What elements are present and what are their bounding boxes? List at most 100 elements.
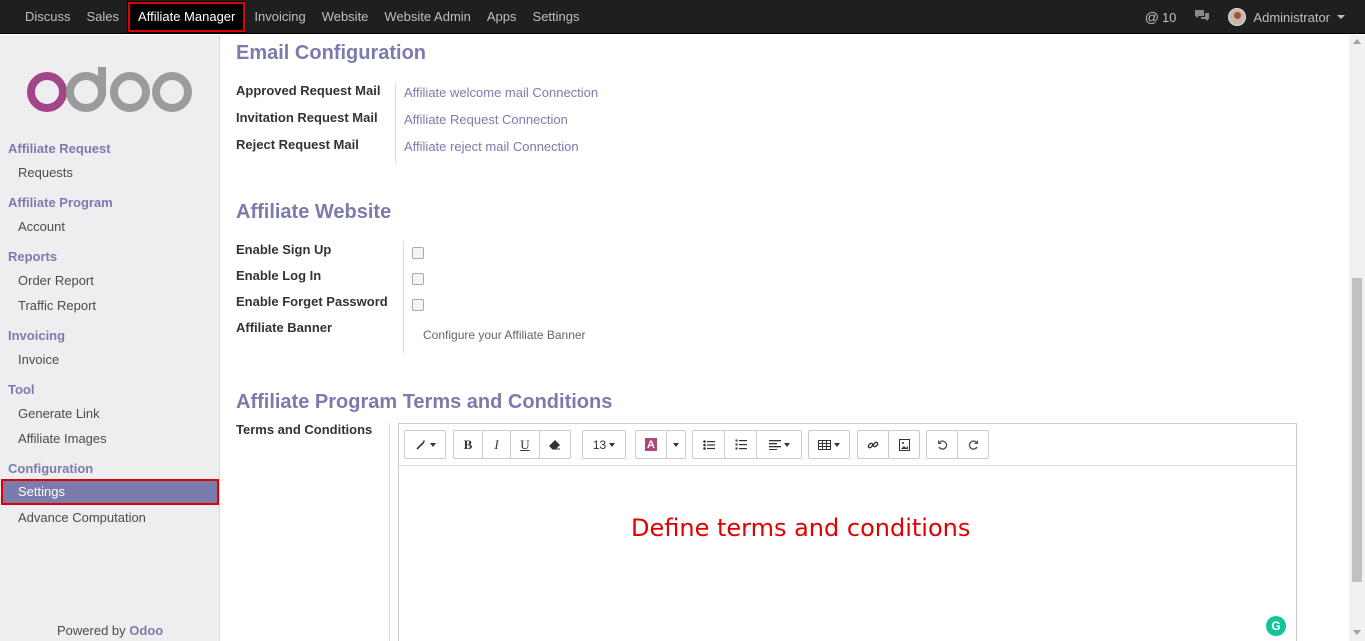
chevron-down-icon	[429, 442, 436, 447]
settings-form: Email Configuration Approved Request Mai…	[221, 35, 1349, 641]
user-name: Administrator	[1253, 9, 1330, 25]
align-left-icon	[768, 439, 781, 450]
scrollbar-thumb[interactable]	[1352, 278, 1362, 582]
chat-icon[interactable]	[1194, 9, 1210, 25]
user-menu[interactable]: Administrator	[1228, 8, 1345, 26]
powered-by-brand[interactable]: Odoo	[129, 623, 163, 638]
scroll-down-icon[interactable]	[1353, 630, 1361, 635]
sidebar-item-advance-computation[interactable]: Advance Computation	[18, 510, 146, 525]
top-navbar: Discuss Sales Affiliate Manager Invoicin…	[0, 0, 1365, 34]
table-icon	[818, 439, 831, 450]
powered-by-label: Powered by	[57, 623, 126, 638]
sidebar-item-order-report[interactable]: Order Report	[18, 273, 94, 288]
chevron-down-icon	[783, 442, 790, 447]
menu-invoicing[interactable]: Invoicing	[246, 0, 313, 34]
divider	[389, 423, 390, 641]
sidebar-section-affiliate-program: Affiliate Program	[8, 195, 113, 210]
redo-button[interactable]	[957, 430, 989, 459]
menu-apps[interactable]: Apps	[479, 0, 525, 34]
email-config-title: Email Configuration	[236, 42, 426, 64]
topbar-right: @ 10 Administrator	[1145, 0, 1345, 34]
chevron-down-icon	[609, 442, 616, 447]
link-button[interactable]	[857, 430, 889, 459]
image-icon	[898, 438, 910, 451]
font-size-dropdown[interactable]: 13	[582, 430, 626, 459]
sidebar: Affiliate Request Requests Affiliate Pro…	[0, 35, 220, 641]
style-dropdown[interactable]	[404, 430, 446, 459]
configure-banner-link[interactable]: Configure your Affiliate Banner	[423, 328, 586, 342]
paragraph-align-dropdown[interactable]	[756, 430, 802, 459]
divider	[403, 241, 404, 353]
font-size-value: 13	[592, 437, 607, 452]
numbered-list-button[interactable]	[724, 430, 757, 459]
eraser-icon	[549, 439, 560, 449]
underline-button[interactable]: U	[510, 430, 540, 459]
terms-title: Affiliate Program Terms and Conditions	[236, 391, 613, 413]
numbered-list-icon	[735, 439, 747, 450]
reject-request-mail-field[interactable]: Affiliate reject mail Connection	[404, 139, 579, 154]
font-color-dropdown[interactable]	[666, 430, 686, 459]
sidebar-section-invoicing: Invoicing	[8, 328, 66, 343]
mentions-count: 10	[1161, 9, 1177, 25]
menu-settings[interactable]: Settings	[525, 0, 588, 34]
page-scrollbar[interactable]	[1349, 35, 1365, 641]
menu-website-admin[interactable]: Website Admin	[376, 0, 478, 34]
enable-forget-password-label: Enable Forget Password	[236, 294, 388, 309]
terms-editor: B I U 13 A Define terms and conditions G	[398, 423, 1297, 641]
sidebar-item-invoice[interactable]: Invoice	[18, 352, 59, 367]
font-color-icon: A	[645, 438, 657, 451]
enable-signup-label: Enable Sign Up	[236, 242, 332, 257]
menu-affiliate-manager[interactable]: Affiliate Manager	[127, 0, 247, 33]
affiliate-banner-label: Affiliate Banner	[236, 320, 333, 335]
grammarly-icon[interactable]: G	[1266, 616, 1286, 636]
undo-icon	[937, 440, 947, 450]
link-icon	[867, 441, 879, 448]
menu-discuss[interactable]: Discuss	[17, 0, 79, 34]
clear-format-button[interactable]	[539, 430, 571, 459]
approved-request-mail-field[interactable]: Affiliate welcome mail Connection	[404, 85, 598, 100]
reject-request-mail-label: Reject Request Mail	[236, 137, 359, 152]
affiliate-website-title: Affiliate Website	[236, 201, 392, 223]
chevron-down-icon	[834, 442, 840, 447]
avatar	[1228, 8, 1247, 26]
chevron-down-icon	[673, 442, 679, 447]
sidebar-item-settings[interactable]: Settings	[1, 479, 219, 505]
powered-by: Powered by Odoo	[57, 623, 163, 638]
terms-label: Terms and Conditions	[236, 422, 373, 437]
magic-wand-icon	[415, 439, 425, 450]
sidebar-item-requests[interactable]: Requests	[18, 165, 73, 180]
enable-forget-password-checkbox[interactable]	[412, 299, 424, 311]
menu-website[interactable]: Website	[314, 0, 377, 34]
at-icon: @	[1144, 9, 1159, 25]
undo-button[interactable]	[926, 430, 958, 459]
sidebar-section-affiliate-request: Affiliate Request	[8, 141, 111, 156]
terms-content[interactable]: Define terms and conditions	[631, 514, 970, 542]
chevron-down-icon	[1337, 15, 1345, 19]
scroll-up-icon[interactable]	[1353, 39, 1361, 44]
menu-sales[interactable]: Sales	[79, 0, 128, 34]
sidebar-item-generate-link[interactable]: Generate Link	[18, 406, 100, 421]
invitation-request-mail-field[interactable]: Affiliate Request Connection	[404, 112, 568, 127]
sidebar-item-account[interactable]: Account	[18, 219, 65, 234]
approved-request-mail-label: Approved Request Mail	[236, 83, 381, 98]
invitation-request-mail-label: Invitation Request Mail	[236, 110, 378, 125]
sidebar-item-affiliate-images[interactable]: Affiliate Images	[18, 431, 107, 446]
sidebar-section-reports: Reports	[8, 249, 58, 264]
redo-icon	[968, 440, 978, 450]
odoo-logo	[27, 67, 192, 112]
font-color-button[interactable]: A	[635, 430, 667, 459]
table-dropdown[interactable]	[808, 430, 850, 459]
image-button[interactable]	[888, 430, 920, 459]
enable-login-checkbox[interactable]	[412, 273, 424, 285]
bullet-list-button[interactable]	[692, 430, 725, 459]
mentions-button[interactable]: @ 10	[1145, 9, 1177, 25]
italic-button[interactable]: I	[482, 430, 511, 459]
editor-toolbar: B I U 13 A	[399, 424, 1296, 466]
enable-signup-checkbox[interactable]	[412, 247, 424, 259]
bold-button[interactable]: B	[453, 430, 483, 459]
sidebar-item-traffic-report[interactable]: Traffic Report	[18, 298, 96, 313]
bullet-list-icon	[702, 439, 715, 450]
sidebar-section-tool: Tool	[8, 382, 35, 397]
app-menu: Discuss Sales Affiliate Manager Invoicin…	[0, 0, 588, 34]
enable-login-label: Enable Log In	[236, 268, 322, 283]
